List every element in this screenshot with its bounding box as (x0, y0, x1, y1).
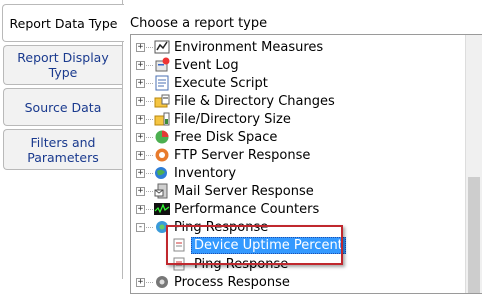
expand-icon[interactable]: + (136, 42, 145, 52)
folder-changes-icon (154, 93, 170, 109)
tree-child-device-uptime-percent[interactable]: Device Uptime Percent (171, 236, 346, 254)
tree-child-ping-response[interactable]: Ping Response (171, 255, 291, 273)
expand-icon[interactable]: + (136, 78, 145, 88)
expand-icon[interactable]: + (136, 186, 145, 196)
tree-item-inventory[interactable]: + Inventory (131, 164, 236, 182)
tree-item-process-response[interactable]: + Process Response (131, 273, 290, 291)
expand-icon[interactable]: + (136, 150, 145, 160)
mail-server-icon (154, 183, 170, 199)
tree-item-label: Ping Response (194, 256, 289, 272)
tab-label: Filters and Parameters (27, 134, 99, 165)
disk-icon (154, 129, 170, 145)
tree-item-label: FTP Server Response (174, 147, 311, 163)
tree-item-performance-counters[interactable]: + Performance Counters (131, 200, 319, 218)
expand-icon[interactable]: + (136, 60, 145, 70)
expand-icon[interactable]: + (136, 204, 145, 214)
tree-item-label: Process Response (174, 274, 290, 290)
tab-filters-and-parameters[interactable]: Filters and Parameters (3, 129, 122, 170)
tree-item-label: Event Log (174, 57, 239, 73)
inventory-icon (154, 165, 170, 181)
expand-icon[interactable]: + (136, 132, 145, 142)
report-type-tree[interactable]: + Environment Measures + Event Log + Exe… (130, 34, 482, 294)
tree-item-label: File/Directory Size (174, 111, 291, 127)
performance-icon (154, 201, 170, 217)
panel-title: Choose a report type (130, 16, 268, 31)
tab-label: Report Data Type (9, 15, 118, 31)
tree-item-file-directory-changes[interactable]: + File & Directory Changes (131, 92, 335, 110)
scrollbar-thumb[interactable] (468, 177, 480, 293)
report-icon (171, 256, 187, 272)
tab-label: Source Data (24, 99, 102, 115)
environment-icon (154, 39, 170, 55)
tree-item-label: Performance Counters (174, 201, 320, 217)
script-icon (154, 75, 170, 91)
tab-report-display-type[interactable]: Report Display Type (3, 45, 122, 85)
tab-source-data[interactable]: Source Data (3, 88, 122, 126)
tree-item-environment-measures[interactable]: + Environment Measures (131, 38, 323, 56)
expand-icon[interactable]: + (136, 114, 145, 124)
tree-item-label: Environment Measures (174, 39, 324, 55)
ftp-icon (154, 147, 170, 163)
tree-item-label: Execute Script (174, 75, 268, 91)
tree-item-event-log[interactable]: + Event Log (131, 56, 239, 74)
tab-strip: Report Data Type Report Display Type Sou… (0, 0, 124, 279)
tree-item-execute-script[interactable]: + Execute Script (131, 74, 268, 92)
expand-icon[interactable]: + (136, 168, 145, 178)
tree-item-label: Ping Response (174, 219, 269, 235)
expand-icon[interactable]: + (136, 96, 145, 106)
tab-report-data-type[interactable]: Report Data Type (2, 4, 124, 42)
ping-icon (154, 219, 170, 235)
tree-item-mail-server-response[interactable]: + Mail Server Response (131, 182, 314, 200)
tree-item-file-directory-size[interactable]: + File/Directory Size (131, 110, 291, 128)
folder-size-icon (154, 111, 170, 127)
tree-item-label: Device Uptime Percent (191, 236, 346, 254)
process-icon (154, 274, 170, 290)
tree-item-ping-response[interactable]: - Ping Response (131, 218, 268, 236)
event-log-icon (154, 57, 170, 73)
collapse-icon[interactable]: - (136, 222, 145, 232)
tree-item-free-disk-space[interactable]: + Free Disk Space (131, 128, 277, 146)
report-icon (171, 237, 187, 253)
tree-item-label: Mail Server Response (174, 183, 314, 199)
tree-item-ftp-server-response[interactable]: + FTP Server Response (131, 146, 310, 164)
tab-label: Report Display Type (17, 50, 109, 80)
tree-item-label: File & Directory Changes (174, 93, 335, 109)
tree-item-label: Free Disk Space (174, 129, 278, 145)
tree-item-label: Inventory (174, 165, 237, 181)
tree-scrollbar[interactable] (465, 35, 482, 293)
